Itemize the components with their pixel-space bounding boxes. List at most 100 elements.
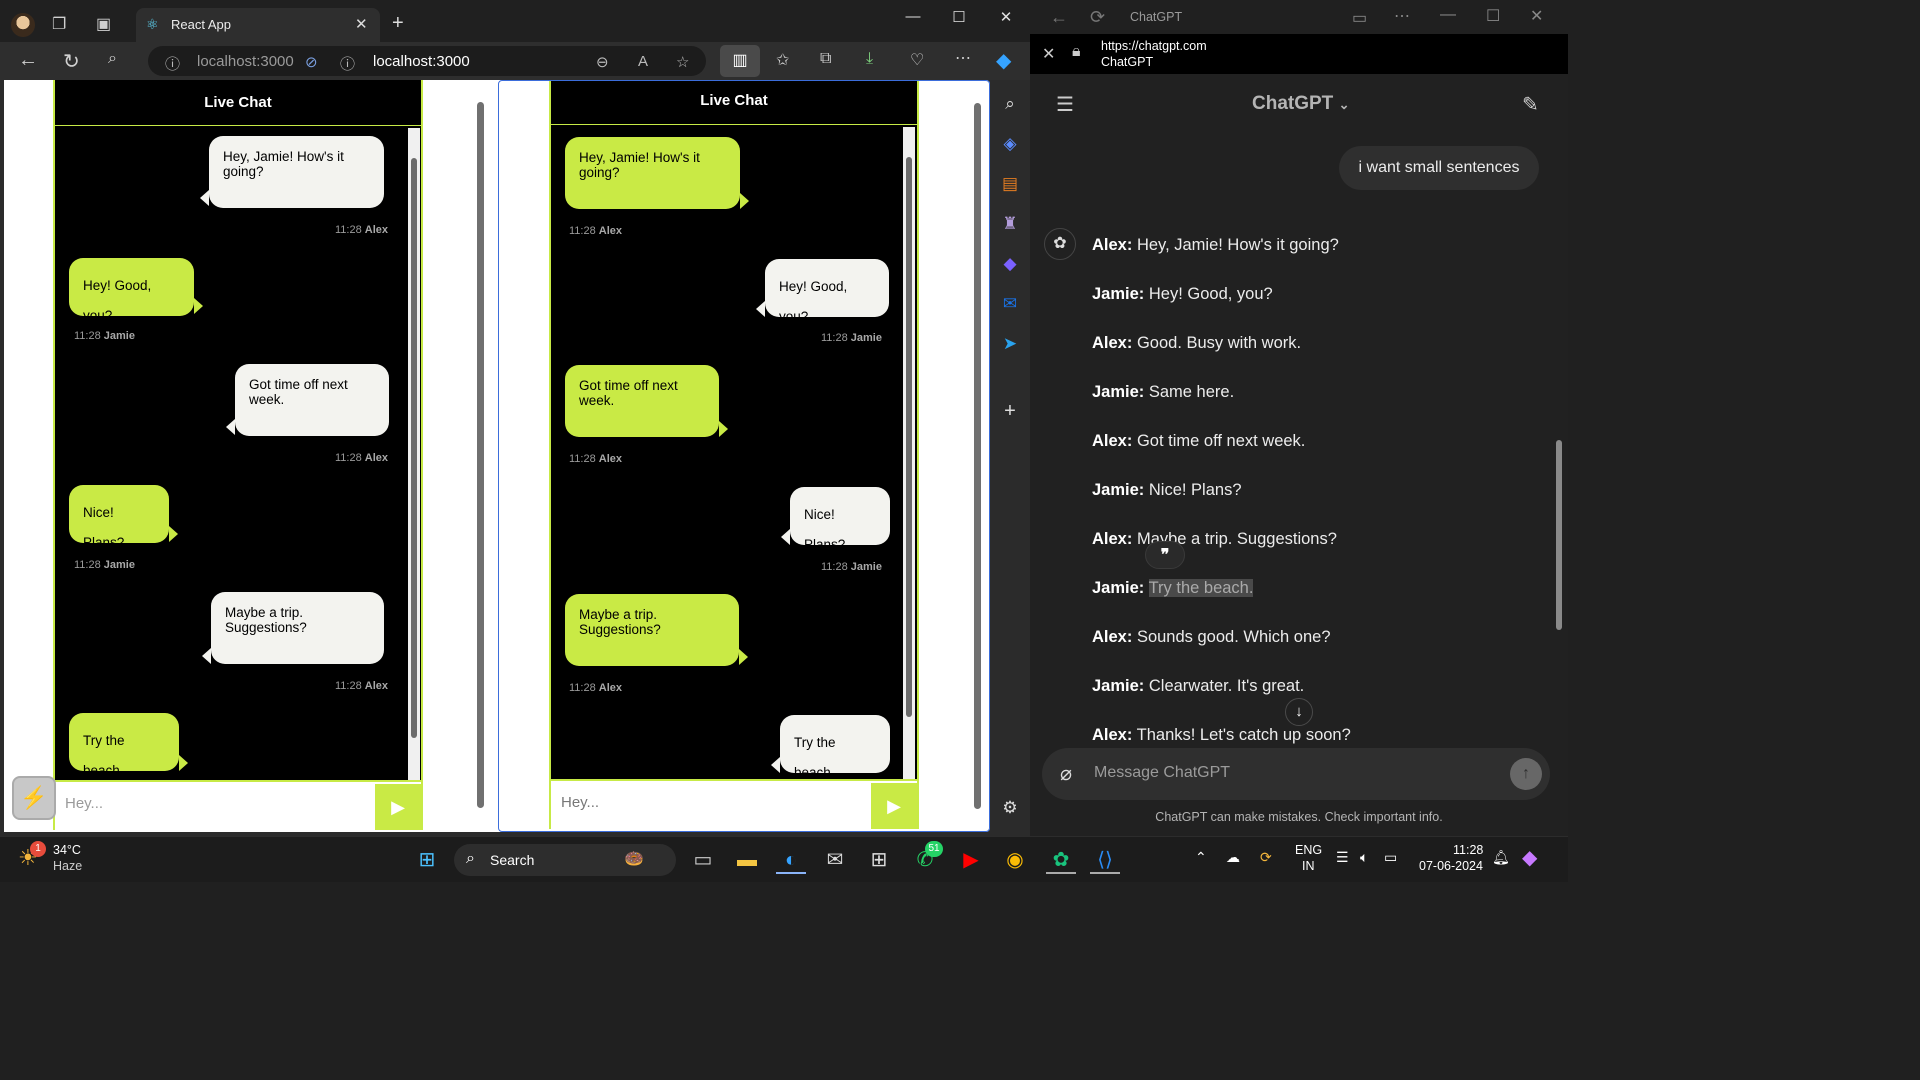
attach-paperclip-icon[interactable]: ⌀ [1060,761,1072,786]
send-arrow-icon[interactable]: ↑ [1510,758,1542,790]
notifications-bell-icon[interactable]: 🔔︎ [1492,849,1510,866]
close-icon[interactable]: ✕ [1042,44,1055,64]
favorites-icon[interactable]: ✩ [776,50,789,70]
tab-react-app[interactable]: ⚛ React App ✕ [136,8,380,42]
taskbar-search[interactable]: ⌕ Search 🍩 [454,844,676,876]
clock-time[interactable]: 11:28 [1453,843,1483,857]
new-tab-icon[interactable]: + [392,12,404,35]
split-link-icon[interactable]: ⊘ [305,53,318,71]
edge-icon[interactable]: ◐ [776,846,806,874]
close-window-icon[interactable]: ✕ [996,8,1016,26]
shopping-tag-icon[interactable]: ◈ [990,134,1030,154]
send-button[interactable]: ▶ [375,784,421,830]
app-view-icon[interactable]: ▭ [1352,8,1367,28]
settings-gear-icon[interactable]: ⚙ [990,798,1030,818]
minimize-icon[interactable]: — [1440,6,1456,24]
refresh-icon[interactable]: ↻ [63,49,80,74]
favorite-star-icon[interactable]: ☆ [676,53,689,71]
read-aloud-icon[interactable]: A [638,53,648,70]
weather-temp: 34°C [53,843,81,857]
volume-icon[interactable]: 🔈︎ [1360,849,1368,866]
performance-icon[interactable]: ♡ [910,50,924,70]
send-icon[interactable]: ➤ [990,334,1030,354]
page-scrollbar[interactable] [971,87,983,827]
file-explorer-icon[interactable]: ▬ [732,846,762,874]
wifi-icon[interactable]: ☰ [1336,849,1349,866]
scrollbar-thumb[interactable] [411,158,417,738]
search-icon: ⌕ [466,850,475,867]
chatgpt-window: ← ⟳ ChatGPT ▭ ⋯ — ☐ ✕ ✕ 🔒︎ https://chatg… [1030,0,1568,836]
vscode-icon[interactable]: ⟨⟩ [1090,846,1120,874]
collections-icon[interactable]: ⧉ [820,50,831,68]
message-input[interactable]: Hey... [65,795,103,812]
send-button[interactable]: ▶ [871,783,917,829]
task-view-icon[interactable]: ▭ [688,846,718,874]
mail-icon[interactable]: ✉ [820,846,850,874]
model-selector[interactable]: ChatGPT ⌄ [1252,93,1349,115]
message-scrollbar[interactable] [408,128,420,780]
downloads-icon[interactable]: ⤓ [866,50,873,68]
tab-actions-icon[interactable]: ▣ [96,14,111,34]
chatgpt-app-icon[interactable]: ✿ [1046,846,1076,874]
chat-scrollbar[interactable] [1554,140,1564,744]
new-chat-icon[interactable]: ✎ [1522,92,1539,117]
page-scrollbar-thumb[interactable] [477,102,484,808]
message-composer[interactable]: ⌀ Message ChatGPT ↑ [1042,748,1550,800]
tab-bar: ❐ ▣ ⚛ React App ✕ + — ☐ ✕ [0,0,1030,42]
start-windows-icon[interactable]: ⊞ [412,846,442,874]
sidebar-menu-icon[interactable]: ☰ [1056,92,1074,117]
onedrive-icon[interactable]: ☁ [1226,849,1240,866]
zoom-out-icon[interactable]: ⊖ [596,53,609,71]
message-input[interactable]: Message ChatGPT [1094,764,1230,782]
message-list[interactable]: Hey, Jamie! How's it going? 11:28 Alex H… [55,128,421,780]
microsoft-365-icon[interactable]: ◆ [990,254,1030,274]
search-icon[interactable]: ⌕ [108,50,117,68]
more-menu-icon[interactable]: ⋯ [955,48,971,68]
message-list[interactable]: Hey, Jamie! How's it going? 11:28 Alex H… [551,127,917,779]
youtube-icon[interactable]: ▶ [956,846,986,874]
outlook-icon[interactable]: ✉ [990,294,1030,314]
chat-input-row: Hey... ▶ [55,780,421,830]
back-icon[interactable]: ← [1050,7,1068,28]
chat-scrollbar-thumb[interactable] [1556,440,1562,630]
scrollbar-thumb[interactable] [906,157,912,717]
battery-icon[interactable]: ▭ [1384,849,1397,866]
show-hidden-icons-icon[interactable]: ⌃ [1195,849,1207,866]
floating-app-icon[interactable]: ⚡ [12,776,56,820]
tools-icon[interactable]: ▤ [990,174,1030,194]
more-icon[interactable]: ⋯ [1394,6,1410,26]
maximize-icon[interactable]: ☐ [949,8,969,26]
page-scrollbar[interactable] [474,86,486,826]
quote-selection-button[interactable]: ❞ [1145,541,1185,569]
search-highlight-icon: 🍩 [624,851,644,868]
copilot-icon[interactable]: ◆ [1522,845,1537,870]
maximize-icon[interactable]: ☐ [1486,6,1500,26]
close-window-icon[interactable]: ✕ [1530,6,1543,26]
split-screen-icon[interactable]: ▥ [720,45,760,77]
copilot-icon[interactable]: ◆ [996,48,1011,73]
games-icon[interactable]: ♜ [990,214,1030,234]
add-icon[interactable]: + [990,400,1030,423]
info-icon-2[interactable]: ⓘ [340,53,355,74]
search-icon[interactable]: ⌕ [990,94,1030,114]
sync-icon[interactable]: ⟳ [1260,849,1272,866]
store-icon[interactable]: ⊞ [864,846,894,874]
minimize-icon[interactable]: — [903,8,923,25]
profile-avatar[interactable] [11,13,35,37]
chatgpt-titlebar: ← ⟳ ChatGPT ▭ ⋯ — ☐ ✕ [1030,0,1568,34]
chrome-icon[interactable]: ◉ [1000,846,1030,874]
whatsapp-badge: 51 [925,841,943,857]
close-tab-icon[interactable]: ✕ [355,15,368,33]
reload-icon[interactable]: ⟳ [1090,7,1105,28]
bubble-tail [169,526,178,542]
workspaces-icon[interactable]: ❐ [52,14,66,34]
info-icon[interactable]: ⓘ [165,53,180,74]
address-bar[interactable]: ⓘ localhost:3000 ⊘ ⓘ localhost:3000 ⊖ A … [148,46,706,76]
back-icon[interactable]: ← [18,49,38,72]
scroll-down-button[interactable]: ↓ [1285,698,1313,726]
message-input[interactable]: Hey... [561,794,599,811]
clock-date[interactable]: 07-06-2024 [1419,859,1483,873]
language-primary[interactable]: ENG [1295,843,1322,857]
page-scrollbar-thumb[interactable] [974,103,981,809]
message-scrollbar[interactable] [903,127,915,779]
